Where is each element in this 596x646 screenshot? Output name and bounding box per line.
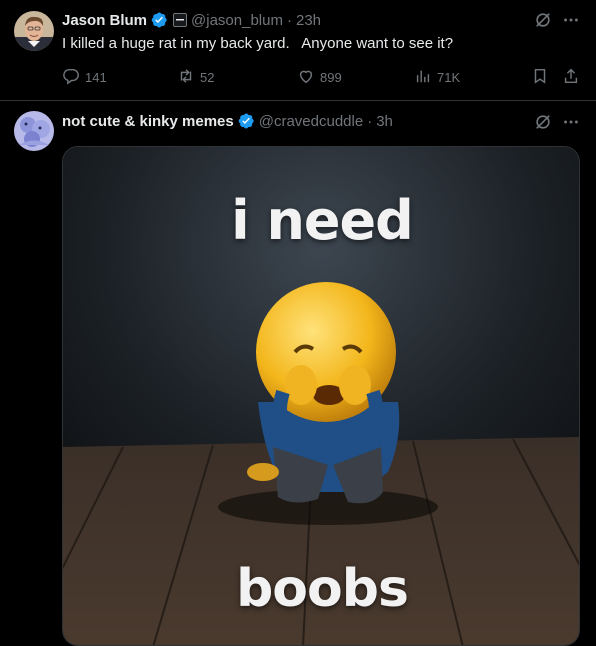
reply-button[interactable]: 141 xyxy=(62,66,107,88)
tweet-media-image[interactable]: i need boobs xyxy=(62,146,580,646)
grok-icon[interactable] xyxy=(534,113,552,131)
header-separator: · xyxy=(367,112,373,130)
author-name[interactable]: Jason Blum xyxy=(62,12,147,29)
tweet-text: I killed a huge rat in my back yard. Any… xyxy=(62,35,454,52)
reply-icon xyxy=(62,67,85,88)
repost-button[interactable]: 52 xyxy=(177,66,214,88)
bookmark-button[interactable] xyxy=(531,66,554,88)
views-button[interactable]: 71K xyxy=(414,66,460,88)
share-button[interactable] xyxy=(562,66,585,88)
avatar-cravedcuddle[interactable] xyxy=(14,111,54,151)
image-caption-top: i need xyxy=(231,189,414,252)
grok-icon[interactable] xyxy=(534,11,552,29)
repost-count: 52 xyxy=(200,69,215,85)
affiliate-badge-icon[interactable] xyxy=(173,13,188,27)
reply-count: 141 xyxy=(85,69,107,85)
tweet-time[interactable]: 3h xyxy=(376,113,393,130)
like-count: 899 xyxy=(320,69,342,85)
author-name[interactable]: not cute & kinky memes xyxy=(62,113,234,130)
share-icon xyxy=(562,67,585,88)
avatar-jason-blum[interactable] xyxy=(14,11,54,51)
like-button[interactable]: 899 xyxy=(297,66,342,88)
tweet-actions: 141 52 899 71K xyxy=(0,66,596,88)
more-icon[interactable] xyxy=(562,113,580,131)
image-caption-bottom: boobs xyxy=(236,559,409,619)
tweet-time[interactable]: 23h xyxy=(296,12,321,29)
author-handle[interactable]: @cravedcuddle xyxy=(259,113,363,130)
like-icon xyxy=(297,67,320,88)
verified-badge-icon xyxy=(150,11,168,29)
author-handle[interactable]: @jason_blum xyxy=(191,12,283,29)
tweet-header: Jason Blum @jason_blum · 23h xyxy=(62,9,321,31)
header-separator: · xyxy=(286,11,292,29)
repost-icon xyxy=(177,67,200,88)
verified-badge-icon xyxy=(237,112,255,130)
views-icon xyxy=(414,67,437,88)
tweet-header: not cute & kinky memes @cravedcuddle · 3… xyxy=(62,110,393,132)
more-icon[interactable] xyxy=(562,11,580,29)
bookmark-icon xyxy=(531,67,554,88)
views-count: 71K xyxy=(437,69,461,85)
